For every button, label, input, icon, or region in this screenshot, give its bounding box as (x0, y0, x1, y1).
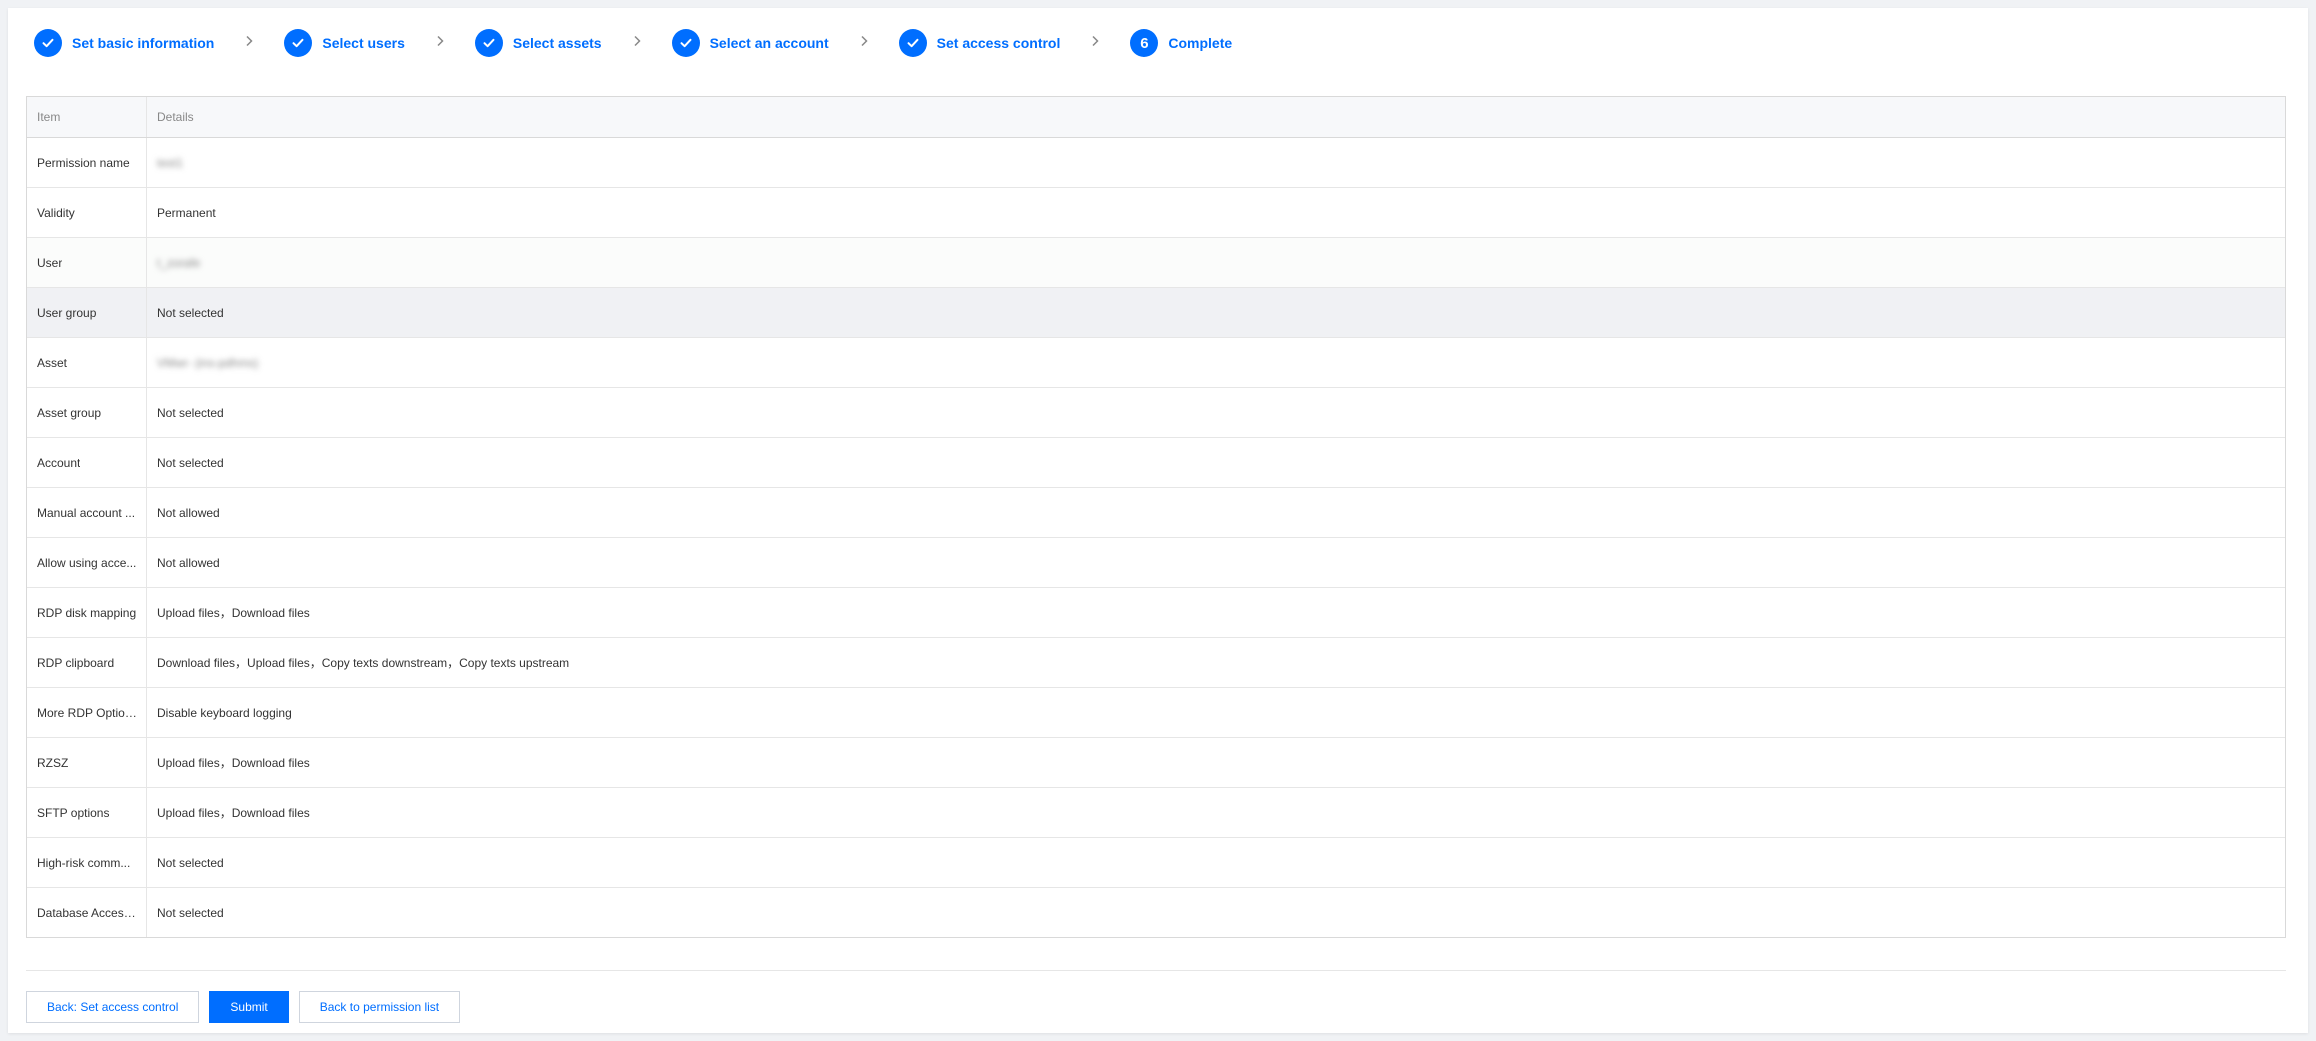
chevron-right-icon (214, 34, 284, 48)
chevron-right-icon (1060, 34, 1130, 48)
table-header-row: Item Details (27, 97, 2285, 138)
step-select-assets[interactable]: Select assets (474, 29, 602, 57)
check-icon (284, 29, 313, 57)
row-details: Not selected (157, 405, 224, 420)
step-label: Set access control (936, 35, 1061, 51)
wizard-steps: Set basic information Select users Selec… (34, 8, 1232, 78)
table-row: User group Not selected (27, 288, 2285, 338)
row-item: Allow using acce... (27, 538, 147, 587)
row-details: Not selected (157, 455, 224, 470)
table-row: Allow using acce... Not allowed (27, 538, 2285, 588)
row-item: High-risk comm... (27, 838, 147, 887)
submit-button[interactable]: Submit (209, 991, 289, 1023)
row-details: Disable keyboard logging (157, 705, 292, 720)
row-item: More RDP Options (27, 688, 147, 737)
row-item: SFTP options (27, 788, 147, 837)
row-item: Manual account ... (27, 488, 147, 537)
step-number: 6 (1130, 29, 1159, 57)
column-header-details: Details (157, 110, 194, 124)
back-button[interactable]: Back: Set access control (26, 991, 200, 1023)
table-row: Permission name test1 (27, 138, 2285, 188)
table-row: SFTP options Upload files，Download files (27, 788, 2285, 838)
row-item: Database Access... (27, 888, 147, 937)
check-icon (671, 29, 700, 57)
table-row: Asset VMwr- (ins-pdhms) (27, 338, 2285, 388)
summary-table: Item Details Permission name test1 Valid… (26, 96, 2286, 938)
row-details: Upload files，Download files (157, 606, 310, 620)
step-label: Select assets (512, 35, 602, 51)
row-details: Not selected (157, 305, 224, 320)
table-row: Account Not selected (27, 438, 2285, 488)
footer-actions: Back: Set access control Submit Back to … (26, 991, 461, 1023)
row-details: Not selected (157, 855, 224, 870)
row-details: Download files，Upload files，Copy texts d… (157, 656, 570, 670)
chevron-right-icon (602, 34, 672, 48)
row-item: Asset (27, 338, 147, 387)
row-details: VMwr- (ins-pdhms) (157, 355, 259, 370)
table-row: Asset group Not selected (27, 388, 2285, 438)
step-label: Complete (1168, 35, 1233, 51)
table-row: Manual account ... Not allowed (27, 488, 2285, 538)
check-icon (474, 29, 503, 57)
check-icon (34, 29, 62, 57)
row-details: t_zorafe (157, 255, 201, 270)
permission-wizard-card: Set basic information Select users Selec… (8, 8, 2308, 1033)
table-row: User t_zorafe (27, 238, 2285, 288)
row-details: test1 (157, 155, 184, 170)
row-details: Permanent (157, 205, 216, 220)
footer-divider (26, 970, 2286, 971)
row-item: Validity (27, 188, 147, 237)
row-item: Permission name (27, 138, 147, 187)
table-row: RDP clipboard Download files，Upload file… (27, 638, 2285, 688)
row-item: RDP clipboard (27, 638, 147, 687)
table-row: Database Access... Not selected (27, 888, 2285, 937)
row-item: User (27, 238, 147, 287)
table-row: RZSZ Upload files，Download files (27, 738, 2285, 788)
step-select-users[interactable]: Select users (284, 29, 405, 57)
table-row: High-risk comm... Not selected (27, 838, 2285, 888)
step-label: Set basic information (72, 35, 215, 51)
table-row: Validity Permanent (27, 188, 2285, 238)
row-item: RDP disk mapping (27, 588, 147, 637)
row-details: Upload files，Download files (157, 806, 310, 820)
chevron-right-icon (405, 34, 475, 48)
row-item: User group (27, 288, 147, 337)
column-header-item: Item (27, 97, 147, 137)
step-select-an-account[interactable]: Select an account (671, 29, 829, 57)
row-details: Not selected (157, 905, 224, 920)
table-row: More RDP Options Disable keyboard loggin… (27, 688, 2285, 738)
row-details: Upload files，Download files (157, 756, 310, 770)
step-set-access-control[interactable]: Set access control (898, 29, 1061, 57)
row-item: Asset group (27, 388, 147, 437)
step-complete: 6 Complete (1130, 29, 1232, 57)
back-to-list-button[interactable]: Back to permission list (298, 991, 461, 1023)
step-label: Select users (322, 35, 405, 51)
row-item: RZSZ (27, 738, 147, 787)
table-row: RDP disk mapping Upload files，Download f… (27, 588, 2285, 638)
step-set-basic-information[interactable]: Set basic information (34, 29, 214, 57)
row-details: Not allowed (157, 505, 220, 520)
chevron-right-icon (829, 34, 899, 48)
check-icon (898, 29, 927, 57)
step-label: Select an account (709, 35, 829, 51)
row-item: Account (27, 438, 147, 487)
row-details: Not allowed (157, 555, 220, 570)
